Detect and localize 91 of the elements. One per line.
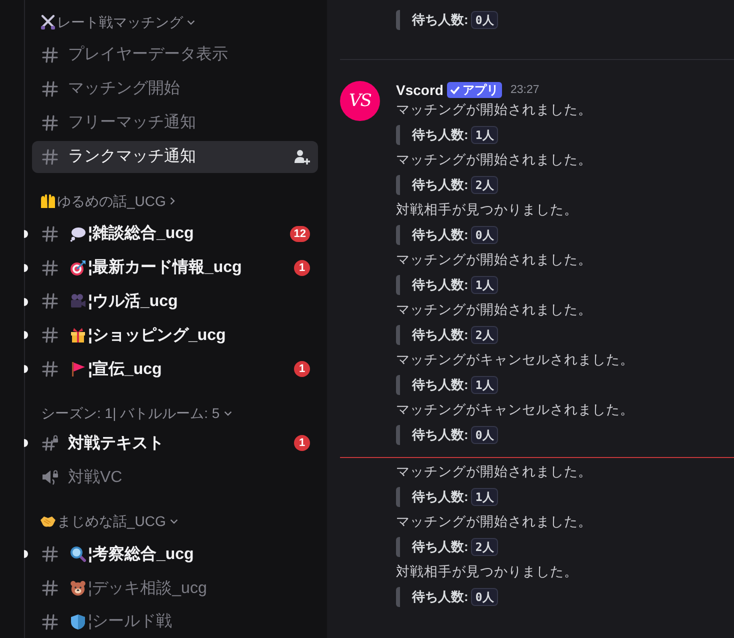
mention-badge: 1 (294, 260, 310, 276)
hash-icon (42, 614, 58, 630)
hash-icon (42, 361, 58, 378)
bot-avatar: VS (340, 81, 380, 121)
message-text: 対戦相手が見つかりました。 (396, 201, 578, 219)
channel-item[interactable]: マッチング開始 (32, 72, 318, 105)
movie-camera-icon (70, 293, 86, 310)
field-value: 2人 (471, 176, 498, 194)
category-header[interactable]: レート戦マッチング (40, 14, 195, 30)
category-header[interactable]: シーズン: 1| バトルルーム: 5 (40, 405, 232, 422)
message-text: マッチングがキャンセルされました。 (396, 351, 634, 369)
field-label: 待ち人数: (412, 176, 468, 194)
hash-icon (42, 46, 58, 63)
channel-item[interactable]: ¦雑談総合_ucg 12 (32, 218, 318, 250)
speaker-lock-icon (42, 469, 58, 486)
speech-bubble-icon (70, 226, 86, 242)
add-member-icon[interactable] (294, 148, 310, 165)
field-value: 1人 (471, 488, 498, 506)
field-label: 待ち人数: (412, 538, 468, 556)
field-value: 2人 (471, 326, 498, 344)
unread-indicator (24, 331, 28, 340)
message-text: マッチングが開始されました。 (396, 513, 592, 531)
flag-icon (70, 361, 86, 378)
mention-badge: 1 (294, 435, 310, 452)
gift-icon (70, 327, 86, 344)
field-label: 待ち人数: (412, 11, 468, 29)
message-text: マッチングが開始されました。 (396, 151, 592, 169)
channel-item[interactable]: ¦考察総合_ucg (32, 538, 318, 570)
field-value: 1人 (471, 376, 498, 394)
message-text: マッチングが開始されました。 (396, 251, 592, 269)
badge-label: アプリ (462, 82, 498, 98)
mention-badge: 1 (294, 361, 310, 378)
mention-badge: 12 (290, 226, 310, 242)
channel-item[interactable]: ¦ショッピング_ucg (32, 319, 318, 352)
shield-icon (70, 614, 86, 630)
message-text: 対戦相手が見つかりました。 (396, 563, 578, 581)
channel-item[interactable]: ¦宣伝_ucg 1 (32, 353, 318, 386)
hash-icon (42, 546, 58, 562)
unread-indicator (24, 264, 28, 272)
category-header[interactable]: ゆるめの話_UCG (40, 192, 175, 209)
hash-icon (42, 327, 58, 344)
field-label: 待ち人数: (412, 588, 468, 606)
hash-icon (42, 80, 58, 97)
field-label: 待ち人数: (412, 488, 468, 506)
unread-indicator (24, 230, 28, 238)
unread-indicator (24, 365, 28, 374)
channel-item[interactable]: ¦シールド戦 (32, 606, 318, 638)
field-value: 1人 (471, 126, 498, 144)
unread-indicator (24, 439, 28, 448)
hash-icon (42, 580, 58, 596)
channel-item[interactable]: ランクマッチ通知 (32, 140, 318, 173)
channel-item[interactable]: ¦ウル活_ucg (32, 286, 318, 318)
field-label: 待ち人数: (412, 126, 468, 144)
hash-icon (42, 260, 58, 276)
unread-indicator (24, 550, 28, 558)
field-value: 0人 (471, 426, 498, 444)
hash-icon (42, 293, 58, 310)
field-value: 0人 (471, 588, 498, 606)
timestamp: 23:27 (510, 84, 540, 96)
bear-face-icon (70, 580, 86, 596)
hash-icon (42, 148, 58, 165)
channel-item[interactable]: 対戦VC (32, 461, 318, 494)
raised-hands-icon (40, 192, 56, 209)
field-label: 待ち人数: (412, 276, 468, 294)
crossed-swords-icon (40, 14, 56, 30)
field-label: 待ち人数: (412, 376, 468, 394)
hash-lock-icon (42, 435, 58, 452)
hash-icon (42, 114, 58, 131)
channel-item[interactable]: プレイヤーデータ表示 (32, 39, 318, 71)
message-text: マッチングが開始されました。 (396, 101, 592, 119)
channel-item[interactable]: 対戦テキスト 1 (32, 427, 318, 460)
target-icon (70, 260, 86, 276)
field-label: 待ち人数: (412, 326, 468, 344)
field-label: 待ち人数: (412, 226, 468, 244)
magnifier-icon (70, 546, 86, 562)
message-text: マッチングが開始されました。 (396, 301, 592, 319)
field-value: 2人 (471, 538, 498, 556)
message-text: マッチングがキャンセルされました。 (396, 401, 634, 419)
channel-item[interactable]: フリーマッチ通知 (32, 106, 318, 139)
check-icon (450, 85, 460, 95)
channel-item[interactable]: ¦最新カード情報_ucg 1 (32, 252, 318, 284)
field-value: 0人 (471, 11, 498, 29)
field-value: 0人 (471, 226, 498, 244)
author-name: Vscord (396, 82, 444, 98)
hash-icon (42, 226, 58, 242)
field-value: 1人 (471, 276, 498, 294)
unread-indicator (24, 298, 28, 306)
channel-item[interactable]: ¦デッキ相談_ucg (32, 572, 318, 604)
category-header[interactable]: まじめな話_UCG (40, 513, 178, 530)
message-text: マッチングが開始されました。 (396, 463, 592, 481)
field-label: 待ち人数: (412, 426, 468, 444)
